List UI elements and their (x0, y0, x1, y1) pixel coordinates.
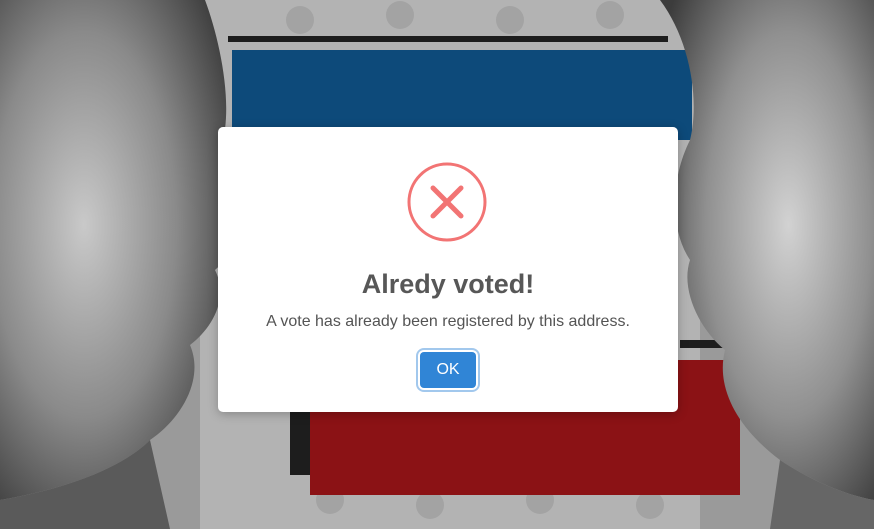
error-x-icon (407, 162, 487, 242)
dialog-message: A vote has already been registered by th… (266, 313, 630, 330)
alert-dialog: Alredy voted! A vote has already been re… (218, 127, 678, 412)
ok-button[interactable]: OK (420, 352, 476, 388)
dialog-title: Alredy voted! (361, 269, 535, 299)
